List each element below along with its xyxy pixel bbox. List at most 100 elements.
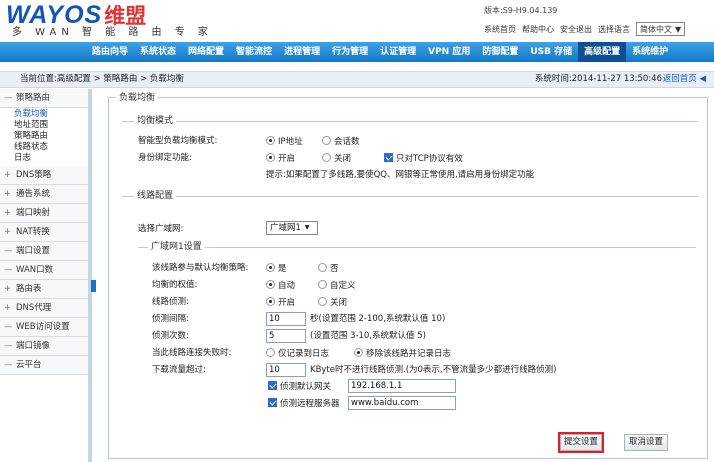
radio-fail-log[interactable] — [266, 348, 275, 357]
radio-detect-on[interactable] — [266, 297, 275, 306]
sidebar-group-policy-route[interactable]: — 策略路由 — [0, 89, 88, 108]
sidebar-item-address-range[interactable]: 地址范围 — [14, 120, 88, 131]
sidebar-group-route-table[interactable]: + 路由表 — [0, 280, 88, 299]
submit-button[interactable]: 提交设置 — [558, 432, 604, 453]
collapse-icon: — — [4, 246, 13, 256]
collapse-icon: — — [4, 360, 13, 370]
nav-defense[interactable]: 防御配置 — [476, 42, 524, 62]
nav-network-config[interactable]: 网络配置 — [182, 42, 230, 62]
default-no-option[interactable]: 否 — [318, 263, 339, 275]
radio-weight-auto[interactable] — [266, 280, 275, 289]
radio-bind-off[interactable] — [322, 153, 331, 162]
sidebar-group-dns-proxy[interactable]: + DNS代理 — [0, 299, 88, 318]
detect-gateway-checkbox[interactable]: 侦测默认网关 — [268, 381, 331, 393]
bind-on-label: 开启 — [278, 154, 296, 164]
sidebar-group-label: DNS策略 — [16, 170, 52, 180]
mode-ip-option[interactable]: IP地址 — [266, 136, 303, 148]
fail-remove-option[interactable]: 移除该线路并记录日志 — [354, 348, 451, 360]
detect-on-option[interactable]: 开启 — [266, 297, 295, 309]
system-time: 系统时间:2014-11-27 13:50:46 — [534, 74, 662, 84]
radio-default-yes[interactable] — [266, 263, 275, 272]
sidebar-group-wan-count[interactable]: — WAN口数 — [0, 261, 88, 280]
default-yes-option[interactable]: 是 — [266, 263, 287, 275]
collapse-icon: — — [4, 265, 13, 275]
logo-subtitle: 多 WAN 智 能 路 由 专 家 — [12, 27, 213, 38]
sidebar-group-cloud[interactable]: — 云平台 — [0, 356, 88, 375]
fail-remove-label: 移除该线路并记录日志 — [366, 349, 452, 359]
weight-auto-option[interactable]: 自动 — [266, 280, 295, 292]
weight-custom-option[interactable]: 自定义 — [318, 280, 356, 292]
wan-select-value: 广域网1 — [270, 223, 301, 233]
checkbox-gateway[interactable] — [268, 381, 277, 390]
collapse-icon: — — [4, 341, 13, 351]
sidebar-item-policy-route[interactable]: 策略路由 — [14, 131, 88, 142]
sidebar-group-notice[interactable]: + 通告系统 — [0, 185, 88, 204]
bind-off-option[interactable]: 关闭 — [322, 153, 351, 165]
sidebar-group-port-mirror[interactable]: — 端口镜像 — [0, 337, 88, 356]
sidebar-group-label: WAN口数 — [16, 265, 54, 275]
nav-auth-mgmt[interactable]: 认证管理 — [374, 42, 422, 62]
collapse-icon: — — [4, 93, 13, 103]
tcp-only-checkbox[interactable]: 只对TCP协议有效 — [384, 153, 463, 165]
gateway-input[interactable]: 192.168.1.1 — [348, 379, 456, 393]
radio-detect-off[interactable] — [318, 297, 327, 306]
section-balance-mode: 均衡模式 — [134, 116, 177, 126]
radio-session[interactable] — [322, 136, 331, 145]
nav-usb-storage[interactable]: USB 存储 — [524, 42, 578, 62]
detect-on-label: 开启 — [278, 298, 296, 308]
interval-input[interactable]: 10 — [266, 312, 306, 326]
panel-title: 负载均衡 — [116, 93, 159, 103]
link-home[interactable]: 系统首页 — [484, 24, 516, 35]
sidebar-group-web-access[interactable]: — WEB访问设置 — [0, 318, 88, 337]
bind-label: 身份绑定功能: — [138, 153, 192, 163]
sidebar-toggle-handle[interactable] — [91, 280, 96, 292]
sidebar-group-port-settings[interactable]: — 端口设置 — [0, 242, 88, 261]
nav-route-wizard[interactable]: 路由向导 — [86, 42, 134, 62]
radio-bind-on[interactable] — [266, 153, 275, 162]
radio-ip[interactable] — [266, 136, 275, 145]
cancel-button[interactable]: 取消设置 — [624, 434, 668, 451]
nav-vpn[interactable]: VPN 应用 — [422, 42, 476, 62]
remote-server-input[interactable]: www.baidu.com — [348, 396, 456, 410]
sidebar-group-port-mapping[interactable]: + 端口映射 — [0, 204, 88, 223]
fail-log-only-option[interactable]: 仅记录到日志 — [266, 348, 329, 360]
radio-weight-custom[interactable] — [318, 280, 327, 289]
radio-default-no[interactable] — [318, 263, 327, 272]
bind-hint: 提示:如果配置了多线路,要使QQ、网银等正常使用,请启用身份绑定功能 — [266, 170, 535, 180]
collapse-icon: — — [4, 322, 13, 332]
sidebar-group-nat[interactable]: + NAT转换 — [0, 223, 88, 242]
checkbox-tcp[interactable] — [384, 153, 393, 162]
subsection-divider — [138, 247, 696, 248]
mode-label: 智能型负载均衡模式: — [138, 136, 218, 146]
flow-input[interactable]: 10 — [266, 363, 306, 377]
detect-remote-checkbox[interactable]: 侦测远程服务器 — [268, 398, 340, 410]
sidebar-item-log[interactable]: 日志 — [14, 153, 88, 164]
top-links: 系统首页 帮助中心 安全退出 选择语言 简体中文 ▼ — [484, 22, 686, 36]
sidebar-item-line-status[interactable]: 线路状态 — [14, 142, 88, 153]
nav-behavior-mgmt[interactable]: 行为管理 — [326, 42, 374, 62]
sidebar-item-load-balance[interactable]: 负载均衡 — [14, 109, 88, 120]
detect-off-option[interactable]: 关闭 — [318, 297, 347, 309]
version-text: 版本:S9-H9.04.139 — [484, 6, 558, 15]
nav-system-status[interactable]: 系统状态 — [134, 42, 182, 62]
count-input[interactable]: 5 — [266, 329, 306, 343]
radio-fail-remove[interactable] — [354, 348, 363, 357]
nav-system-maint[interactable]: 系统维护 — [626, 42, 674, 62]
nav-flow-control[interactable]: 智能流控 — [230, 42, 278, 62]
bind-on-option[interactable]: 开启 — [266, 153, 295, 165]
expand-icon: + — [4, 227, 12, 237]
wan-select[interactable]: 广域网1 ▼ — [266, 221, 318, 235]
section-line-config: 线路配置 — [134, 191, 177, 201]
link-help[interactable]: 帮助中心 — [522, 24, 554, 35]
language-select[interactable]: 简体中文 ▼ — [636, 22, 686, 36]
mode-session-option[interactable]: 会话数 — [322, 136, 360, 148]
checkbox-remote[interactable] — [268, 398, 277, 407]
bind-off-label: 关闭 — [334, 154, 352, 164]
link-logout[interactable]: 安全退出 — [560, 24, 592, 35]
back-home-link[interactable]: 返回首页 ◀ — [663, 72, 706, 87]
nav-advanced-config[interactable]: 高级配置 — [578, 42, 627, 62]
expand-icon: + — [4, 189, 12, 199]
sidebar-group-dns-policy[interactable]: + DNS策略 — [0, 166, 88, 185]
interval-label: 侦测间隔: — [152, 314, 189, 324]
nav-process-mgmt[interactable]: 进程管理 — [278, 42, 326, 62]
